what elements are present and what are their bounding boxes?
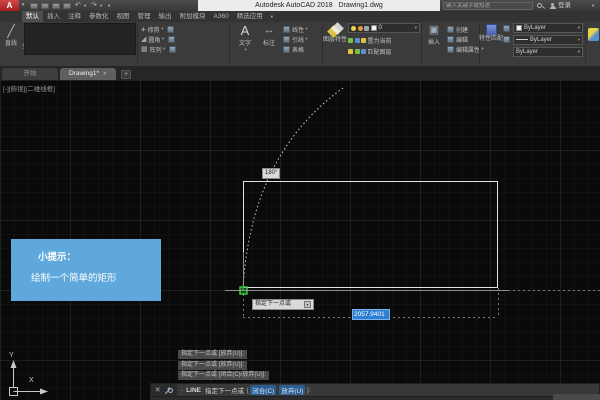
command-prefix: - [181, 387, 183, 394]
command-history-line: 指定下一点或 [放弃(U)]: [178, 361, 247, 370]
tip-title: 小提示： [38, 249, 76, 263]
ucs-y-label: Y [9, 352, 14, 359]
angle-tooltip: 180° [262, 168, 280, 179]
bracket-open: [ [247, 387, 249, 394]
command-line-input[interactable]: - LINE 指定下一点或 [ 闭合(C) 放弃(U) ]: [177, 385, 310, 395]
bracket-close: ]: [307, 387, 311, 394]
close-icon[interactable]: ✕ [155, 386, 161, 394]
command-history-line: 指定下一点或 [闭合(C)/放弃(U)]: [178, 371, 269, 380]
tip-box: 小提示： 绘制一个简单的矩形 [11, 239, 161, 301]
ucs-x-label: X [29, 377, 34, 384]
command-history-line: 指定下一点或 [放弃(U)]: [178, 350, 247, 359]
rectangle-outline [244, 182, 498, 288]
command-prompt: 指定下一点或 [205, 385, 244, 395]
prompt-options-icon[interactable]: ▾ [304, 301, 311, 308]
dynamic-input-tooltip: 指定下一点或 ▾ [252, 299, 314, 310]
viewport-controls[interactable]: [-][俯视][二维线框] [3, 83, 55, 93]
arc-preview [243, 88, 343, 290]
autocad-window: A ▾ ↶ ▾ ↷ ▾ ▾ Autodesk AutoCAD 2018 Draw… [0, 0, 600, 400]
keyword-undo-option[interactable]: 放弃(U) [279, 385, 305, 395]
tip-body: 绘制一个简单的矩形 [31, 270, 117, 284]
command-line-bar: ✕ - LINE 指定下一点或 [ 闭合(C) 放弃(U) ]: [150, 383, 600, 397]
customize-wrench-icon[interactable] [164, 386, 173, 395]
status-bar-fragment [553, 394, 600, 400]
snap-marker [240, 287, 247, 294]
coordinate-input[interactable] [352, 309, 390, 320]
command-bar-controls: ✕ [151, 384, 177, 396]
active-command: LINE [186, 387, 201, 394]
dynamic-input-prompt: 指定下一点或 [255, 300, 304, 309]
canvas-geometry [0, 0, 600, 400]
keyword-close-option[interactable]: 闭合(C) [250, 385, 276, 395]
